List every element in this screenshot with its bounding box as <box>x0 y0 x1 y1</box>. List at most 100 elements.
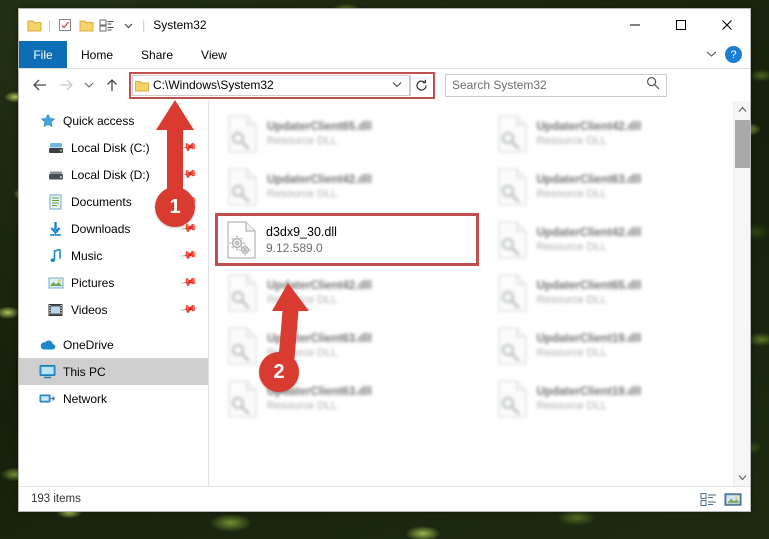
new-folder-icon[interactable] <box>77 16 95 34</box>
dll-file-icon <box>227 274 258 312</box>
annotation-badge-1: 1 <box>155 187 195 227</box>
sidebar-item-videos[interactable]: Videos 📌 <box>19 296 208 323</box>
sidebar-item-label: OneDrive <box>63 337 114 352</box>
chevron-down-icon[interactable] <box>706 49 717 61</box>
file-subtitle: Resource DLL <box>267 187 338 200</box>
pin-icon[interactable]: 📌 <box>180 165 199 184</box>
vertical-scrollbar[interactable] <box>733 101 750 486</box>
file-item[interactable]: UpdaterClient19.dll Resource DLL <box>485 319 751 372</box>
pin-icon[interactable]: 📌 <box>180 246 199 265</box>
file-name: UpdaterClient42.dll <box>536 226 642 239</box>
search-input[interactable]: Search System32 <box>452 78 646 92</box>
window-body: Quick access Local Disk (C:) 📌 Local Dis… <box>19 101 750 486</box>
file-meta: UpdaterClient65.dll Resource DLL <box>267 121 372 147</box>
file-item[interactable]: UpdaterClient63.dll Resource DLL <box>485 160 751 213</box>
sidebar-item-label: This PC <box>63 364 106 379</box>
sidebar-item-local-disk-c[interactable]: Local Disk (C:) 📌 <box>19 134 208 161</box>
address-dropdown-icon[interactable] <box>387 80 407 91</box>
back-button[interactable] <box>27 72 53 98</box>
dll-file-icon <box>497 274 528 312</box>
large-icons-view-icon[interactable] <box>724 491 742 507</box>
file-item[interactable]: UpdaterClient42.dll Resource DLL <box>215 160 481 213</box>
selected-file-item[interactable]: d3dx9_30.dll 9.12.589.0 <box>215 213 479 266</box>
scrollbar-track[interactable] <box>734 118 751 469</box>
search-icon[interactable] <box>646 76 660 95</box>
sidebar-item-quick-access[interactable]: Quick access <box>19 107 208 134</box>
dll-file-icon <box>226 221 257 259</box>
navigation-pane: Quick access Local Disk (C:) 📌 Local Dis… <box>19 101 209 486</box>
dll-file-icon <box>227 380 258 418</box>
file-item[interactable]: UpdaterClient19.dll Resource DLL <box>485 372 751 425</box>
sidebar-item-this-pc[interactable]: This PC <box>19 358 208 385</box>
minimize-button[interactable] <box>612 9 658 41</box>
sidebar-item-network[interactable]: Network <box>19 385 208 412</box>
details-view-icon[interactable] <box>699 491 717 507</box>
file-item[interactable]: UpdaterClient65.dll Resource DLL <box>215 107 481 160</box>
pin-icon[interactable]: 📌 <box>180 273 199 292</box>
file-meta: UpdaterClient19.dll Resource DLL <box>537 386 642 412</box>
file-meta: UpdaterClient42.dll Resource DLL <box>267 174 372 200</box>
tab-share[interactable]: Share <box>127 41 187 68</box>
sidebar-item-label: Quick access <box>63 113 135 128</box>
scrollbar-thumb[interactable] <box>734 120 750 168</box>
star-icon <box>39 112 56 129</box>
file-name: UpdaterClient42.dll <box>536 120 642 133</box>
customize-list-icon[interactable] <box>98 16 116 34</box>
quick-access-toolbar: | | <box>25 16 147 34</box>
address-bar-red-highlight: C:\Windows\System32 <box>129 71 435 99</box>
dll-file-icon <box>497 327 528 365</box>
file-item[interactable]: UpdaterClient42.dll Resource DLL <box>215 266 481 319</box>
maximize-button[interactable] <box>658 9 704 41</box>
file-item[interactable]: UpdaterClient42.dll Resource DLL <box>485 107 751 160</box>
sidebar-item-label: Music <box>71 248 103 263</box>
videos-icon <box>47 301 64 318</box>
tab-view[interactable]: View <box>187 41 241 68</box>
recent-locations-button[interactable] <box>79 72 99 98</box>
properties-checkbox-icon[interactable] <box>56 16 74 34</box>
scroll-down-icon[interactable] <box>734 469 751 486</box>
file-item[interactable]: UpdaterClient42.dll Resource DLL <box>485 213 751 266</box>
sidebar-item-pictures[interactable]: Pictures 📌 <box>19 269 208 296</box>
tab-home[interactable]: Home <box>67 41 127 68</box>
file-version: 9.12.589.0 <box>266 240 323 255</box>
file-subtitle: Resource DLL <box>536 346 607 359</box>
file-item[interactable]: UpdaterClient63.dll Resource DLL <box>215 372 481 425</box>
forward-button[interactable] <box>53 72 79 98</box>
file-name: UpdaterClient63.dll <box>536 173 642 186</box>
pin-icon[interactable]: 📌 <box>180 138 199 157</box>
up-button[interactable] <box>99 72 125 98</box>
file-meta: UpdaterClient42.dll Resource DLL <box>537 227 642 253</box>
file-explorer-window: | | System32 File Home Share View ? C:\W… <box>18 8 751 512</box>
refresh-button[interactable] <box>410 74 432 96</box>
qat-dropdown-icon[interactable] <box>119 16 137 34</box>
annotation-badge-2: 2 <box>259 352 299 392</box>
ribbon-tab-bar: File Home Share View ? <box>19 41 750 69</box>
dll-file-icon <box>227 327 258 365</box>
qat-separator: | <box>48 18 52 32</box>
address-bar-highlight-wrap: C:\Windows\System32 <box>129 71 435 99</box>
file-meta: d3dx9_30.dll 9.12.589.0 <box>266 225 337 255</box>
file-item[interactable]: UpdaterClient63.dll Resource DLL <box>215 319 481 372</box>
tab-file[interactable]: File <box>19 41 67 68</box>
sidebar-item-onedrive[interactable]: OneDrive <box>19 331 208 358</box>
file-meta: UpdaterClient63.dll Resource DLL <box>537 174 642 200</box>
scroll-up-icon[interactable] <box>734 101 751 118</box>
close-button[interactable] <box>704 9 750 41</box>
file-name: d3dx9_30.dll <box>266 224 337 239</box>
pin-icon[interactable]: 📌 <box>180 300 199 319</box>
folder-icon <box>135 79 149 92</box>
sidebar-item-label: Network <box>63 391 108 406</box>
dll-file-icon <box>497 115 528 153</box>
file-list-pane[interactable]: UpdaterClient65.dll Resource DLL Updater… <box>209 101 750 486</box>
folder-icon[interactable] <box>25 16 43 34</box>
dll-file-icon <box>227 168 258 206</box>
title-bar: | | System32 <box>19 9 750 41</box>
address-input[interactable]: C:\Windows\System32 <box>132 74 410 96</box>
search-box[interactable]: Search System32 <box>445 73 667 97</box>
sidebar-item-music[interactable]: Music 📌 <box>19 242 208 269</box>
dll-file-icon <box>497 380 528 418</box>
sidebar-item-local-disk-d[interactable]: Local Disk (D:) 📌 <box>19 161 208 188</box>
help-icon[interactable]: ? <box>725 46 742 63</box>
documents-icon <box>47 193 64 210</box>
file-item[interactable]: UpdaterClient65.dll Resource DLL <box>485 266 751 319</box>
